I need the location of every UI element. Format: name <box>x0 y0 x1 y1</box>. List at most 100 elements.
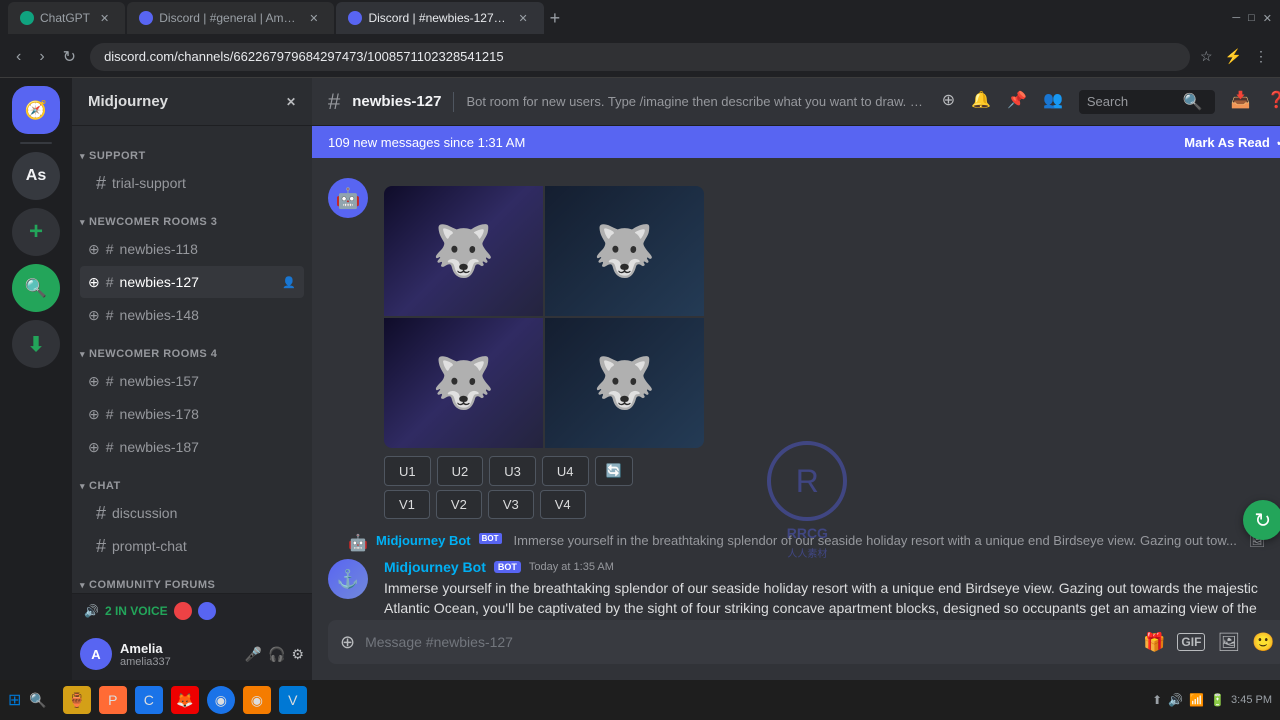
windows-start-icon[interactable]: ⊞ <box>8 690 21 710</box>
dog-image-3[interactable] <box>384 318 543 448</box>
tab-discord-general[interactable]: Discord | #general | Amelia's ser... ✕ <box>127 2 334 34</box>
search-box[interactable]: 🔍 <box>1079 90 1215 114</box>
channel-newbies-127[interactable]: ⊕ # newbies-127 👤 <box>80 266 304 298</box>
bookmark-icon[interactable]: ☆ <box>1200 48 1213 65</box>
address-text: discord.com/channels/662267979684297473/… <box>104 49 504 64</box>
v1-button[interactable]: V1 <box>384 490 430 519</box>
channel-newbies-187[interactable]: ⊕ # newbies-187 <box>80 431 304 463</box>
u4-button[interactable]: U4 <box>542 456 589 486</box>
threads-icon[interactable]: ⊕ <box>942 90 955 114</box>
taskbar-app-1[interactable]: 🏺 <box>63 686 91 714</box>
seaside-timestamp: Today at 1:35 AM <box>529 561 614 573</box>
channel-hash-178: # <box>106 406 114 422</box>
category-arrow-community: ▾ <box>80 580 85 591</box>
channel-newbies-148[interactable]: ⊕ # newbies-148 <box>80 299 304 331</box>
voice-banner: 🔊 2 IN VOICE <box>72 593 312 628</box>
dog-image-4[interactable] <box>545 318 704 448</box>
inbox-icon[interactable]: 📥 <box>1231 90 1251 114</box>
tab-chatgpt[interactable]: ChatGPT ✕ <box>8 2 125 34</box>
server-icon-add[interactable]: + <box>12 208 60 256</box>
server-icon-midjourney[interactable]: 🧭 <box>12 86 60 134</box>
message-input[interactable] <box>365 634 1133 650</box>
help-icon[interactable]: ❓ <box>1267 90 1280 114</box>
close-icon[interactable]: ✕ <box>1263 12 1272 25</box>
category-community-forums[interactable]: ▾ COMMUNITY FORUMS <box>72 563 312 593</box>
v3-button[interactable]: V3 <box>488 490 534 519</box>
channel-newbies-157[interactable]: ⊕ # newbies-157 <box>80 365 304 397</box>
search-input[interactable] <box>1087 94 1177 109</box>
dog-image-2[interactable] <box>545 186 704 316</box>
taskbar-app-7[interactable]: V <box>279 686 307 714</box>
v2-button[interactable]: V2 <box>436 490 482 519</box>
forward-button[interactable]: › <box>35 44 48 70</box>
server-icon-download[interactable]: ⬇ <box>12 320 60 368</box>
u2-button[interactable]: U2 <box>437 456 484 486</box>
v4-button[interactable]: V4 <box>540 490 586 519</box>
server-icon-explore[interactable]: 🔍 <box>12 264 60 312</box>
gift-icon[interactable]: 🎁 <box>1143 632 1165 653</box>
server-name: Midjourney <box>88 93 286 110</box>
taskbar-app-5[interactable]: ◉ <box>207 686 235 714</box>
taskbar-app-3[interactable]: C <box>135 686 163 714</box>
u3-button[interactable]: U3 <box>489 456 536 486</box>
members-icon[interactable]: 👥 <box>1043 90 1063 114</box>
user-panel: A Amelia amelia337 🎤 🎧 ⚙ <box>72 628 312 680</box>
add-content-icon[interactable]: ⊕ <box>340 632 355 653</box>
channel-trial-support[interactable]: # trial-support <box>80 167 304 199</box>
new-tab-button[interactable]: + <box>546 4 565 33</box>
voice-count-label: 2 IN VOICE <box>105 604 168 618</box>
mark-as-read-button[interactable]: Mark As Read ✓ <box>1184 134 1280 150</box>
header-divider <box>453 92 454 112</box>
category-newcomer3[interactable]: ▾ NEWCOMER ROOMS 3 <box>72 200 312 232</box>
server-icon-as[interactable]: As <box>12 152 60 200</box>
address-bar-row: ‹ › ↻ discord.com/channels/6622679796842… <box>0 36 1280 78</box>
refresh-fab-button[interactable]: ↻ <box>1243 500 1280 540</box>
emoji-icon[interactable]: 🙂 <box>1252 632 1274 653</box>
channel-discussion[interactable]: # discussion <box>80 497 304 529</box>
tab-discord-general-close[interactable]: ✕ <box>305 10 322 27</box>
tab-discord-newbies[interactable]: Discord | #newbies-127 | Midjo... ✕ <box>336 2 543 34</box>
channel-newbies-118[interactable]: ⊕ # newbies-118 <box>80 233 304 265</box>
tab-chatgpt-close[interactable]: ✕ <box>96 10 113 27</box>
pin-icon[interactable]: 📌 <box>1007 90 1027 114</box>
maximize-icon[interactable]: □ <box>1248 12 1255 25</box>
minimize-icon[interactable]: ─ <box>1232 12 1240 25</box>
sticker-icon[interactable]: 🖼 <box>1217 632 1240 653</box>
extensions-icon[interactable]: ⚡ <box>1225 48 1242 65</box>
server-header[interactable]: Midjourney ✕ <box>72 78 312 126</box>
taskbar-search-icon[interactable]: 🔍 <box>29 692 46 709</box>
deafen-icon[interactable]: 🎧 <box>268 646 285 663</box>
taskbar-app-2[interactable]: P <box>99 686 127 714</box>
channel-discussion-name: discussion <box>112 505 296 521</box>
channel-header: # newbies-127 Bot room for new users. Ty… <box>312 78 1280 126</box>
settings-icon[interactable]: ⚙ <box>291 646 304 663</box>
taskbar-app-4[interactable]: 🦊 <box>171 686 199 714</box>
browser-menu-icon[interactable]: ⋮ <box>1254 48 1268 65</box>
dog-image-1[interactable] <box>384 186 543 316</box>
notification-icon[interactable]: 🔔 <box>971 90 991 114</box>
reload-button[interactable]: ↻ <box>59 43 80 71</box>
channel-newbies-178[interactable]: ⊕ # newbies-178 <box>80 398 304 430</box>
channel-newbies-178-name: newbies-178 <box>120 406 296 422</box>
system-icon-1[interactable]: ⬆ <box>1152 693 1162 707</box>
mute-icon[interactable]: 🎤 <box>245 646 262 663</box>
taskbar-app-6[interactable]: ◉ <box>243 686 271 714</box>
category-chat[interactable]: ▾ CHAT <box>72 464 312 496</box>
back-button[interactable]: ‹ <box>12 44 25 70</box>
system-icon-2[interactable]: 🔊 <box>1168 693 1183 707</box>
address-bar[interactable]: discord.com/channels/662267979684297473/… <box>90 43 1190 71</box>
channel-header-name: newbies-127 <box>352 93 441 110</box>
gif-icon[interactable]: GIF <box>1177 633 1205 651</box>
u1-button[interactable]: U1 <box>384 456 431 486</box>
category-support[interactable]: ▾ SUPPORT <box>72 134 312 166</box>
system-icon-4[interactable]: 🔋 <box>1210 693 1225 707</box>
user-tag-label: amelia337 <box>120 656 237 668</box>
category-newcomer4[interactable]: ▾ NEWCOMER ROOMS 4 <box>72 332 312 364</box>
tab-discord-newbies-close[interactable]: ✕ <box>514 10 531 27</box>
system-icon-3[interactable]: 📶 <box>1189 693 1204 707</box>
new-messages-banner: 109 new messages since 1:31 AM Mark As R… <box>312 126 1280 158</box>
refresh-button[interactable]: 🔄 <box>595 456 633 486</box>
channel-prompt-chat[interactable]: # prompt-chat <box>80 530 304 562</box>
category-arrow-support: ▾ <box>80 151 85 162</box>
server-divider-1 <box>20 142 52 144</box>
